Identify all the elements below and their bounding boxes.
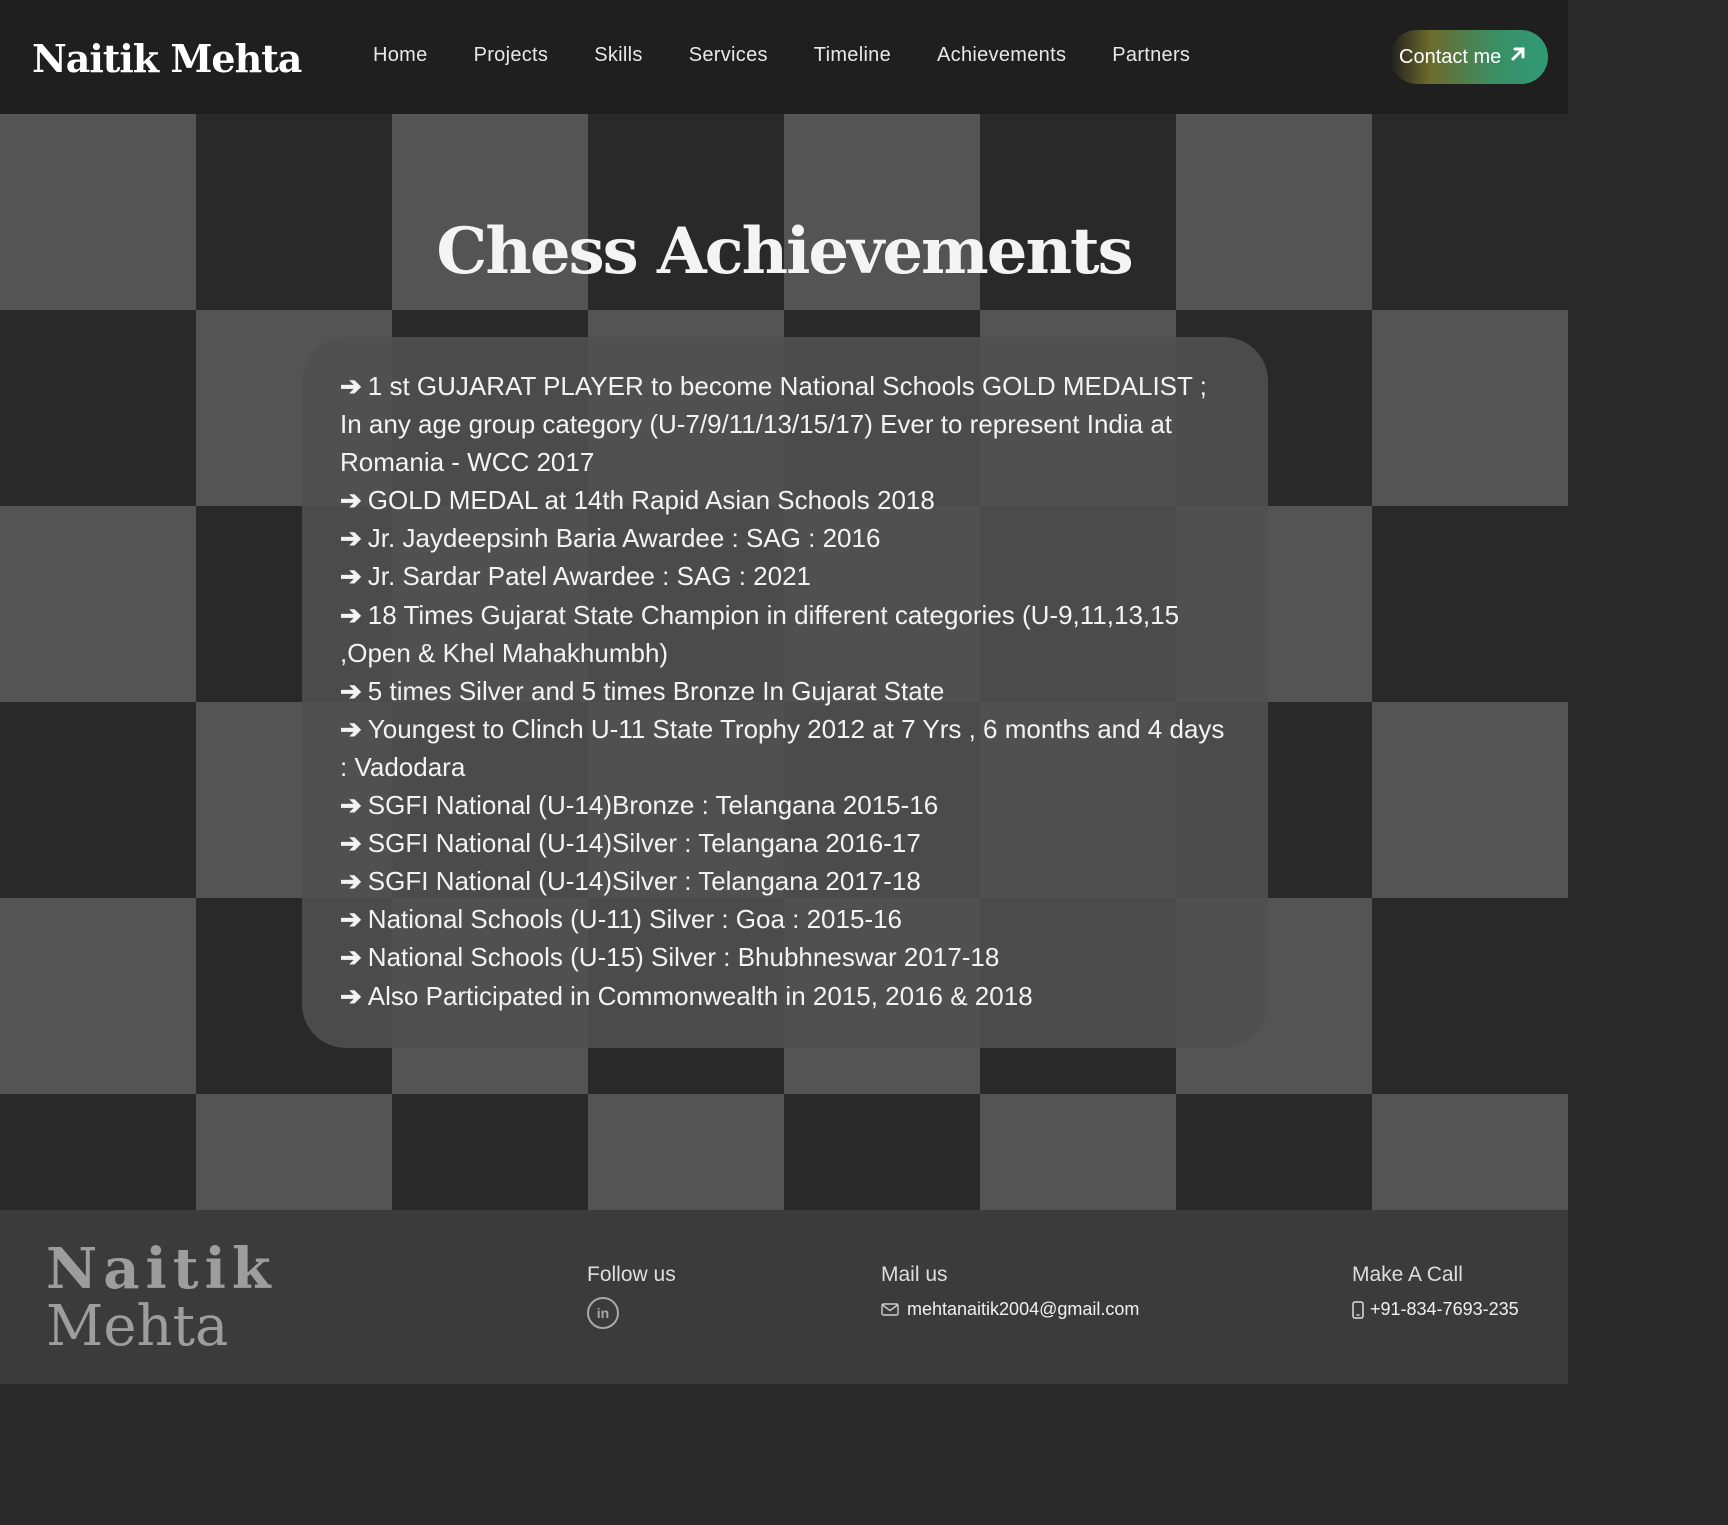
follow-heading: Follow us [587,1263,676,1286]
board-square [1372,506,1568,702]
achievement-item: ➔ Jr. Sardar Patel Awardee : SAG : 2021 [340,557,1230,595]
phone-text: +91-834-7693-235 [1370,1299,1519,1319]
achievement-text: 1 st GUJARAT PLAYER to become National S… [340,371,1207,478]
arrow-right-icon: ➔ [340,942,362,973]
site-header: Naitik Mehta Home Projects Skills Servic… [0,0,1568,114]
achievement-text: GOLD MEDAL at 14th Rapid Asian Schools 2… [367,485,935,516]
board-square [0,506,196,702]
achievement-text: 18 Times Gujarat State Champion in diffe… [340,599,1180,668]
board-square [980,1094,1176,1210]
achievement-text: Also Participated in Commonwealth in 201… [367,980,1033,1011]
linkedin-glyph: in [596,1305,610,1321]
arrow-right-icon: ➔ [340,561,362,592]
arrow-right-icon: ➔ [340,713,362,744]
contact-me-button[interactable]: Contact me [1390,30,1548,84]
nav-achievements[interactable]: Achievements [937,44,1066,67]
arrow-right-icon: ➔ [340,599,362,630]
call-heading: Make A Call [1352,1263,1463,1286]
arrow-right-icon: ➔ [340,790,362,821]
board-square [1372,702,1568,898]
board-square [0,898,196,1094]
nav-projects[interactable]: Projects [474,44,549,67]
arrow-right-icon: ➔ [340,371,362,401]
email-text: mehtanaitik2004@gmail.com [907,1299,1140,1319]
nav-skills[interactable]: Skills [594,44,642,67]
board-square [0,1094,196,1210]
achievement-text: SGFI National (U-14)Silver : Telangana 2… [367,866,921,897]
footer-call: Make A Call +91-834-7693-235 [1352,1263,1519,1320]
achievements-card: ➔ 1 st GUJARAT PLAYER to become National … [302,337,1268,1048]
nav-services[interactable]: Services [689,44,768,67]
linkedin-icon[interactable]: in [587,1297,619,1329]
board-square [0,702,196,898]
achievement-text: Youngest to Clinch U-11 State Trophy 201… [340,713,1225,782]
achievement-text: Jr. Jaydeepsinh Baria Awardee : SAG : 20… [367,523,881,554]
arrow-right-icon: ➔ [340,904,362,935]
contact-me-label: Contact me [1399,45,1502,68]
footer-brand: Naitik Mehta [46,1240,277,1356]
achievement-text: National Schools (U-15) Silver : Bhubhne… [367,942,1000,973]
achievement-text: Jr. Sardar Patel Awardee : SAG : 2021 [367,561,812,592]
footer-follow: Follow us in [587,1263,676,1329]
nav-partners[interactable]: Partners [1112,44,1190,67]
nav-timeline[interactable]: Timeline [814,44,891,67]
achievement-text: SGFI National (U-14)Silver : Telangana 2… [367,828,921,859]
board-square [1372,898,1568,1094]
arrow-right-icon: ➔ [340,675,362,706]
page-title: Chess Achievements [436,214,1133,289]
achievement-item: ➔ Youngest to Clinch U-11 State Trophy 20… [340,710,1230,786]
mail-heading: Mail us [881,1263,948,1286]
achievement-item: ➔ 18 Times Gujarat State Champion in diff… [340,596,1230,672]
brand-logo[interactable]: Naitik Mehta [32,36,302,81]
board-square [1372,310,1568,506]
achievement-item: ➔ National Schools (U-15) Silver : Bhubhn… [340,938,1230,976]
board-square [784,1094,980,1210]
board-square [588,1094,784,1210]
footer-mail: Mail us mehtanaitik2004@gmail.com [881,1263,1139,1320]
arrow-up-right-icon [1509,45,1527,69]
board-square [1176,1094,1372,1210]
achievement-item: ➔ 5 times Silver and 5 times Bronze In Gu… [340,672,1230,710]
achievement-item: ➔ SGFI National (U-14)Bronze : Telangana … [340,786,1230,824]
board-square [196,1094,392,1210]
mail-icon [881,1303,899,1316]
phone-link[interactable]: +91-834-7693-235 [1352,1299,1519,1320]
achievement-item: ➔ National Schools (U-11) Silver : Goa : … [340,900,1230,938]
arrow-right-icon: ➔ [340,523,362,554]
arrow-right-icon: ➔ [340,866,362,897]
board-square [392,1094,588,1210]
achievement-text: National Schools (U-11) Silver : Goa : 2… [367,904,903,935]
phone-icon [1352,1300,1364,1319]
achievement-item: ➔ GOLD MEDAL at 14th Rapid Asian Schools … [340,481,1230,519]
nav-home[interactable]: Home [373,44,428,67]
email-link[interactable]: mehtanaitik2004@gmail.com [881,1299,1139,1320]
achievement-item: ➔ SGFI National (U-14)Silver : Telangana … [340,824,1230,862]
footer-brand-first: Naitik [46,1236,277,1302]
footer-brand-last: Mehta [46,1294,229,1359]
board-square [0,310,196,506]
achievements-list: ➔ 1 st GUJARAT PLAYER to become National … [340,367,1230,1015]
achievement-item: ➔ Jr. Jaydeepsinh Baria Awardee : SAG : 2… [340,519,1230,557]
arrow-right-icon: ➔ [340,980,362,1011]
achievement-text: 5 times Silver and 5 times Bronze In Guj… [367,675,945,706]
board-square [1372,1094,1568,1210]
achievement-item: ➔ 1 st GUJARAT PLAYER to become National … [340,367,1230,481]
achievement-text: SGFI National (U-14)Bronze : Telangana 2… [367,790,939,821]
main-nav: Home Projects Skills Services Timeline A… [373,44,1236,67]
arrow-right-icon: ➔ [340,485,362,516]
achievement-item: ➔ Also Participated in Commonwealth in 20… [340,977,1230,1015]
arrow-right-icon: ➔ [340,828,362,859]
achievement-item: ➔ SGFI National (U-14)Silver : Telangana … [340,862,1230,900]
